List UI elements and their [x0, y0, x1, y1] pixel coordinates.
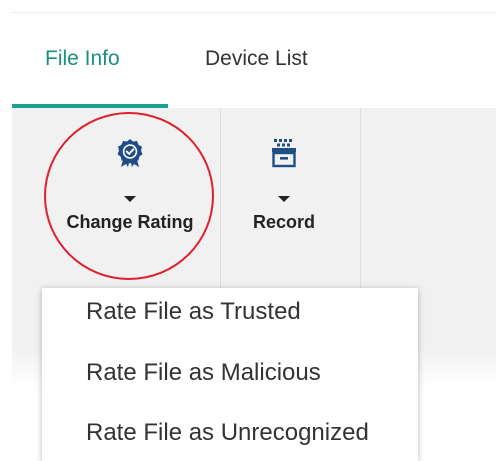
- tab-file-info[interactable]: File Info: [45, 47, 120, 71]
- tab-device-list[interactable]: Device List: [205, 47, 308, 71]
- change-rating-button[interactable]: Change Rating: [50, 108, 210, 268]
- change-rating-label: Change Rating: [66, 212, 194, 232]
- tab-bar: File Info Device List: [12, 12, 496, 109]
- record-label: Record: [252, 212, 315, 232]
- chevron-down-icon: [278, 196, 290, 202]
- file-details-panel: File Info Device List Change Rating Reco…: [0, 0, 496, 461]
- change-rating-menu: Rate File as Trusted Rate File as Malici…: [42, 288, 418, 461]
- award-badge-icon: [116, 138, 144, 168]
- chevron-down-icon: [124, 196, 136, 202]
- menu-item-rate-unrecognized[interactable]: Rate File as Unrecognized: [86, 419, 369, 447]
- menu-item-rate-malicious[interactable]: Rate File as Malicious: [86, 359, 321, 387]
- menu-item-rate-trusted[interactable]: Rate File as Trusted: [86, 298, 301, 326]
- record-archive-icon: [270, 138, 298, 168]
- record-button[interactable]: Record: [224, 108, 344, 268]
